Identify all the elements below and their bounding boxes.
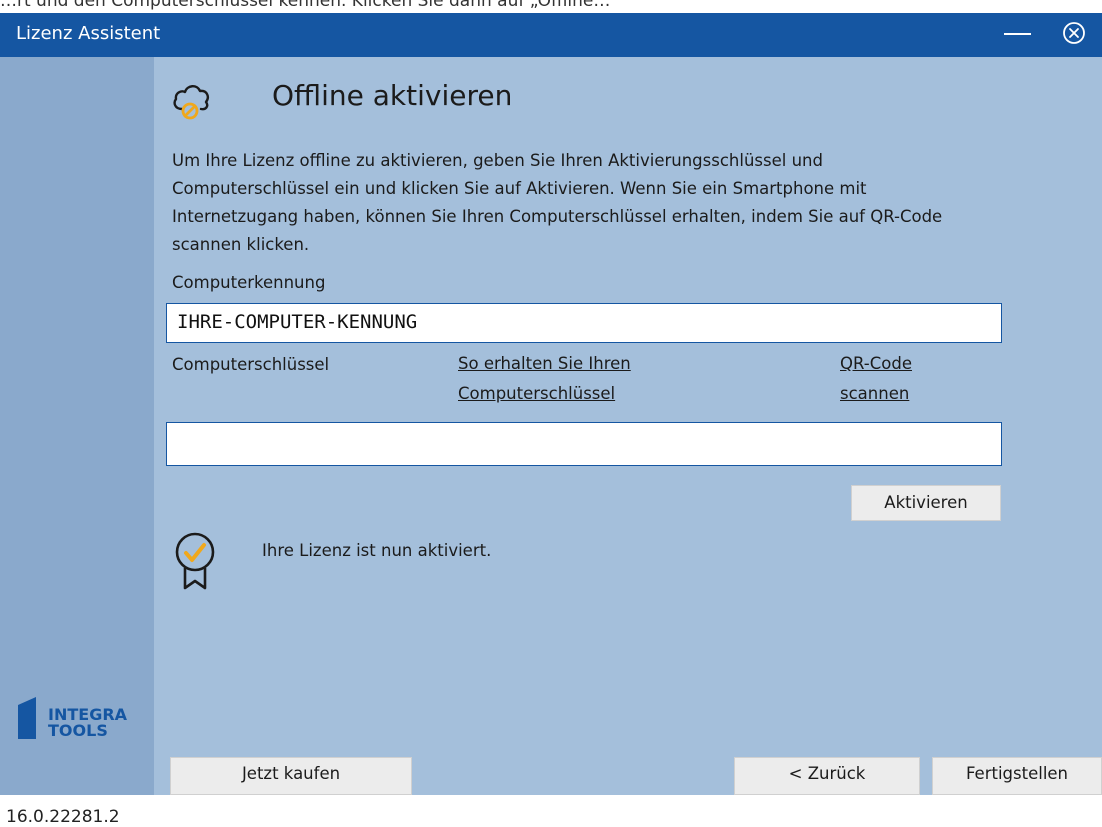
cloud-offline-icon: [173, 85, 209, 120]
computer-key-field[interactable]: [166, 422, 1002, 466]
license-wizard-window: Lizenz Assistent INTEGRA TOOLS 16.0.2228…: [0, 13, 1102, 827]
partial-background-text-line: …rt und den Computerschlüssel kennen. Kl…: [0, 0, 611, 11]
computer-id-label: Computerkennung: [172, 273, 326, 292]
logo-line-tools: TOOLS: [48, 721, 108, 740]
back-button[interactable]: < Zurück: [734, 757, 920, 795]
scan-qr-code-link-line1: QR-Code: [840, 354, 912, 373]
logo-wordmark: INTEGRA TOOLS: [48, 707, 127, 739]
buy-now-button[interactable]: Jetzt kaufen: [170, 757, 412, 795]
scan-qr-code-link[interactable]: QR-Code scannen: [840, 349, 912, 409]
computer-key-label: Computerschlüssel: [172, 355, 330, 374]
main-content: Offline aktivieren Um Ihre Lizenz offlin…: [154, 57, 1102, 795]
how-to-get-key-link-line1: So erhalten Sie Ihren: [458, 354, 631, 373]
close-icon[interactable]: [1062, 21, 1086, 45]
window-title: Lizenz Assistent: [16, 23, 161, 44]
version-label: 16.0.22281.2: [6, 807, 120, 827]
sidebar: INTEGRA TOOLS 16.0.22281.2: [0, 57, 154, 827]
title-bar: Lizenz Assistent: [0, 13, 1102, 57]
instructions-text: Um Ihre Lizenz offline zu aktivieren, ge…: [172, 151, 943, 254]
activated-badge-icon: [175, 532, 215, 590]
computer-id-field[interactable]: IHRE-COMPUTER-KENNUNG: [166, 303, 1002, 343]
finish-button[interactable]: Fertigstellen: [932, 757, 1102, 795]
how-to-get-key-link[interactable]: So erhalten Sie Ihren Computerschlüssel: [458, 349, 631, 409]
computer-id-value: IHRE-COMPUTER-KENNUNG: [177, 311, 418, 333]
activation-status-message: Ihre Lizenz ist nun aktiviert.: [262, 541, 492, 560]
how-to-get-key-link-line2: Computerschlüssel: [458, 384, 616, 403]
scan-qr-code-link-line2: scannen: [840, 384, 910, 403]
partial-background-text: …rt und den Computerschlüssel kennen. Kl…: [0, 0, 1102, 13]
activate-button[interactable]: Aktivieren: [851, 485, 1001, 521]
minimize-button[interactable]: [1004, 33, 1031, 35]
page-title: Offline aktivieren: [272, 79, 513, 112]
